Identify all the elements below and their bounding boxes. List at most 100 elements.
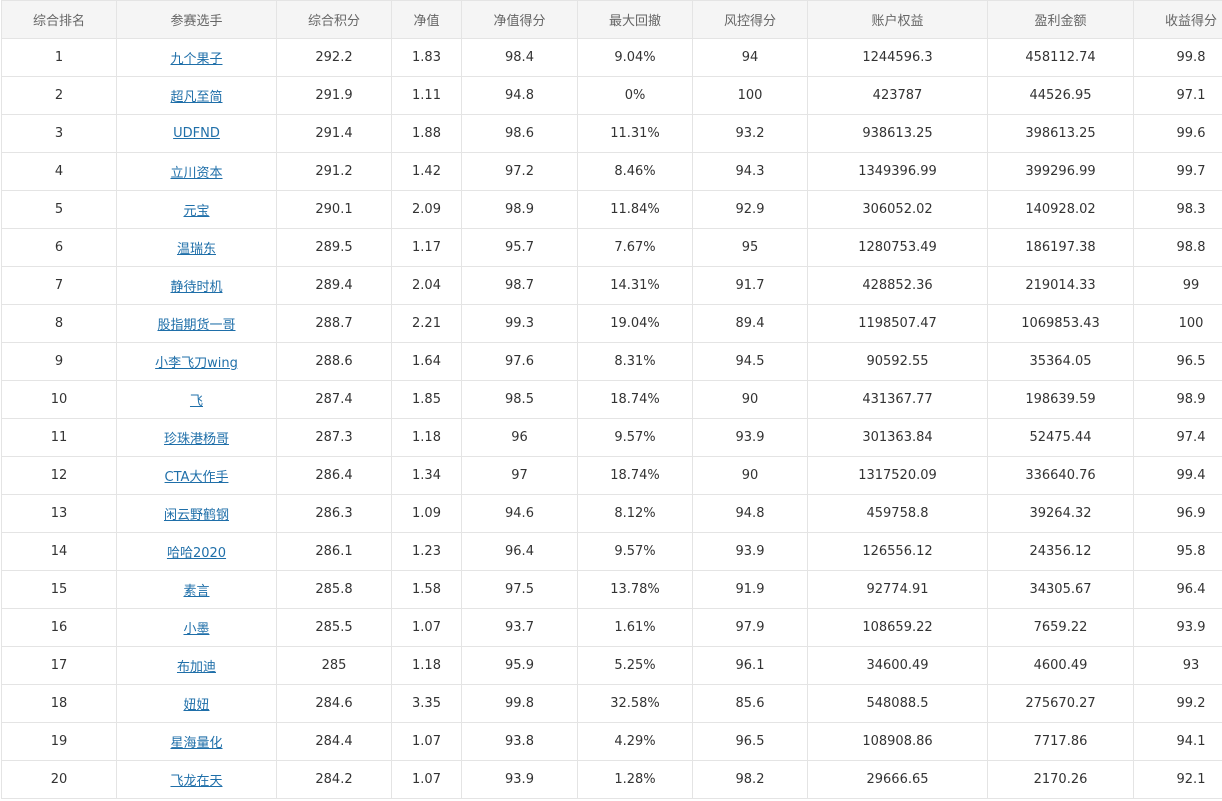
table-row: 8 股指期货一哥 288.7 2.21 99.3 19.04% 89.4 1198507.47… bbox=[1, 304, 1222, 343]
player-cell: 立川资本 bbox=[116, 152, 277, 191]
net-value-cell: 1.58 bbox=[391, 570, 462, 609]
risk-score-cell: 93.9 bbox=[692, 532, 808, 571]
return-score-cell: 98.9 bbox=[1133, 380, 1222, 419]
player-link[interactable]: 立川资本 bbox=[170, 166, 222, 181]
player-cell: UDFND bbox=[116, 114, 277, 153]
total-score-cell: 286.3 bbox=[276, 494, 392, 533]
header-player: 参赛选手 bbox=[116, 0, 277, 39]
player-link[interactable]: 飞龙在天 bbox=[170, 774, 222, 789]
player-link[interactable]: CTA大作手 bbox=[165, 470, 229, 485]
net-value-score-cell: 99.3 bbox=[461, 304, 578, 343]
total-score-cell: 291.2 bbox=[276, 152, 392, 191]
risk-score-cell: 94.3 bbox=[692, 152, 808, 191]
net-value-score-cell: 98.9 bbox=[461, 190, 578, 229]
risk-score-cell: 96.1 bbox=[692, 646, 808, 685]
risk-score-cell: 90 bbox=[692, 456, 808, 495]
account-equity-cell: 1198507.47 bbox=[807, 304, 988, 343]
player-link[interactable]: 闲云野鹤钢 bbox=[164, 508, 229, 523]
table-header: 综合排名 参赛选手 综合积分 净值 净值得分 最大回撤 风控得分 账户权益 盈利… bbox=[1, 0, 1222, 39]
player-link[interactable]: UDFND bbox=[173, 126, 220, 141]
total-score-cell: 289.5 bbox=[276, 228, 392, 267]
player-link[interactable]: 哈哈2020 bbox=[167, 546, 226, 561]
player-cell: 闲云野鹤钢 bbox=[116, 494, 277, 533]
header-total-score: 综合积分 bbox=[276, 0, 392, 39]
table-row: 11 珍珠港杨哥 287.3 1.18 96 9.57% 93.9 301363.84 5247… bbox=[1, 418, 1222, 457]
total-score-cell: 288.7 bbox=[276, 304, 392, 343]
net-value-score-cell: 99.8 bbox=[461, 684, 578, 723]
player-link[interactable]: 股指期货一哥 bbox=[157, 318, 235, 333]
profit-amount-cell: 24356.12 bbox=[987, 532, 1134, 571]
total-score-cell: 288.6 bbox=[276, 342, 392, 381]
rank-cell: 11 bbox=[1, 418, 117, 457]
table-row: 17 布加迪 285 1.18 95.9 5.25% 96.1 34600.49 4600.49… bbox=[1, 646, 1222, 685]
net-value-cell: 1.11 bbox=[391, 76, 462, 115]
return-score-cell: 100 bbox=[1133, 304, 1222, 343]
rank-cell: 7 bbox=[1, 266, 117, 305]
player-link[interactable]: 温瑞东 bbox=[177, 242, 216, 257]
player-link[interactable]: 元宝 bbox=[183, 204, 209, 219]
player-link[interactable]: 妞妞 bbox=[183, 698, 209, 713]
risk-score-cell: 100 bbox=[692, 76, 808, 115]
rank-cell: 5 bbox=[1, 190, 117, 229]
profit-amount-cell: 140928.02 bbox=[987, 190, 1134, 229]
player-link[interactable]: 小墨 bbox=[183, 622, 209, 637]
profit-amount-cell: 186197.38 bbox=[987, 228, 1134, 267]
account-equity-cell: 1244596.3 bbox=[807, 38, 988, 77]
net-value-score-cell: 98.5 bbox=[461, 380, 578, 419]
player-link[interactable]: 超凡至简 bbox=[170, 90, 222, 105]
profit-amount-cell: 275670.27 bbox=[987, 684, 1134, 723]
rank-cell: 20 bbox=[1, 760, 117, 799]
account-equity-cell: 108659.22 bbox=[807, 608, 988, 647]
table-row: 2 超凡至简 291.9 1.11 94.8 0% 100 423787 44526.95 97.… bbox=[1, 76, 1222, 115]
return-score-cell: 97.4 bbox=[1133, 418, 1222, 457]
return-score-cell: 99.2 bbox=[1133, 684, 1222, 723]
return-score-cell: 93 bbox=[1133, 646, 1222, 685]
net-value-score-cell: 97 bbox=[461, 456, 578, 495]
table-row: 19 星海量化 284.4 1.07 93.8 4.29% 96.5 108908.86 771… bbox=[1, 722, 1222, 761]
max-drawdown-cell: 9.57% bbox=[577, 418, 693, 457]
player-cell: 温瑞东 bbox=[116, 228, 277, 267]
account-equity-cell: 548088.5 bbox=[807, 684, 988, 723]
player-cell: 超凡至简 bbox=[116, 76, 277, 115]
net-value-cell: 1.09 bbox=[391, 494, 462, 533]
total-score-cell: 285.5 bbox=[276, 608, 392, 647]
ranking-table: 综合排名 参赛选手 综合积分 净值 净值得分 最大回撤 风控得分 账户权益 盈利… bbox=[1, 0, 1222, 799]
player-link[interactable]: 九个果子 bbox=[170, 52, 222, 67]
profit-amount-cell: 7717.86 bbox=[987, 722, 1134, 761]
table-row: 5 元宝 290.1 2.09 98.9 11.84% 92.9 306052.02 14092… bbox=[1, 190, 1222, 229]
rank-cell: 4 bbox=[1, 152, 117, 191]
return-score-cell: 96.5 bbox=[1133, 342, 1222, 381]
player-cell: 静待时机 bbox=[116, 266, 277, 305]
player-link[interactable]: 飞 bbox=[190, 394, 203, 409]
account-equity-cell: 126556.12 bbox=[807, 532, 988, 571]
player-cell: 星海量化 bbox=[116, 722, 277, 761]
risk-score-cell: 94 bbox=[692, 38, 808, 77]
player-link[interactable]: 布加迪 bbox=[177, 660, 216, 675]
account-equity-cell: 34600.49 bbox=[807, 646, 988, 685]
table-row: 4 立川资本 291.2 1.42 97.2 8.46% 94.3 1349396.99 399… bbox=[1, 152, 1222, 191]
player-link[interactable]: 星海量化 bbox=[170, 736, 222, 751]
risk-score-cell: 93.9 bbox=[692, 418, 808, 457]
max-drawdown-cell: 8.31% bbox=[577, 342, 693, 381]
player-cell: 小李飞刀wing bbox=[116, 342, 277, 381]
total-score-cell: 287.4 bbox=[276, 380, 392, 419]
header-risk-score: 风控得分 bbox=[692, 0, 808, 39]
rank-cell: 12 bbox=[1, 456, 117, 495]
table-row: 7 静待时机 289.4 2.04 98.7 14.31% 91.7 428852.36 219… bbox=[1, 266, 1222, 305]
net-value-score-cell: 93.7 bbox=[461, 608, 578, 647]
net-value-cell: 1.64 bbox=[391, 342, 462, 381]
player-link[interactable]: 小李飞刀wing bbox=[155, 356, 238, 371]
player-cell: 布加迪 bbox=[116, 646, 277, 685]
table-row: 15 素言 285.8 1.58 97.5 13.78% 91.9 92774.91 34305… bbox=[1, 570, 1222, 609]
max-drawdown-cell: 5.25% bbox=[577, 646, 693, 685]
rank-cell: 2 bbox=[1, 76, 117, 115]
player-link[interactable]: 珍珠港杨哥 bbox=[164, 432, 229, 447]
header-net-value-score: 净值得分 bbox=[461, 0, 578, 39]
profit-amount-cell: 2170.26 bbox=[987, 760, 1134, 799]
header-row: 综合排名 参赛选手 综合积分 净值 净值得分 最大回撤 风控得分 账户权益 盈利… bbox=[1, 0, 1222, 39]
risk-score-cell: 89.4 bbox=[692, 304, 808, 343]
player-link[interactable]: 静待时机 bbox=[170, 280, 222, 295]
player-link[interactable]: 素言 bbox=[183, 584, 209, 599]
player-cell: 飞龙在天 bbox=[116, 760, 277, 799]
max-drawdown-cell: 19.04% bbox=[577, 304, 693, 343]
